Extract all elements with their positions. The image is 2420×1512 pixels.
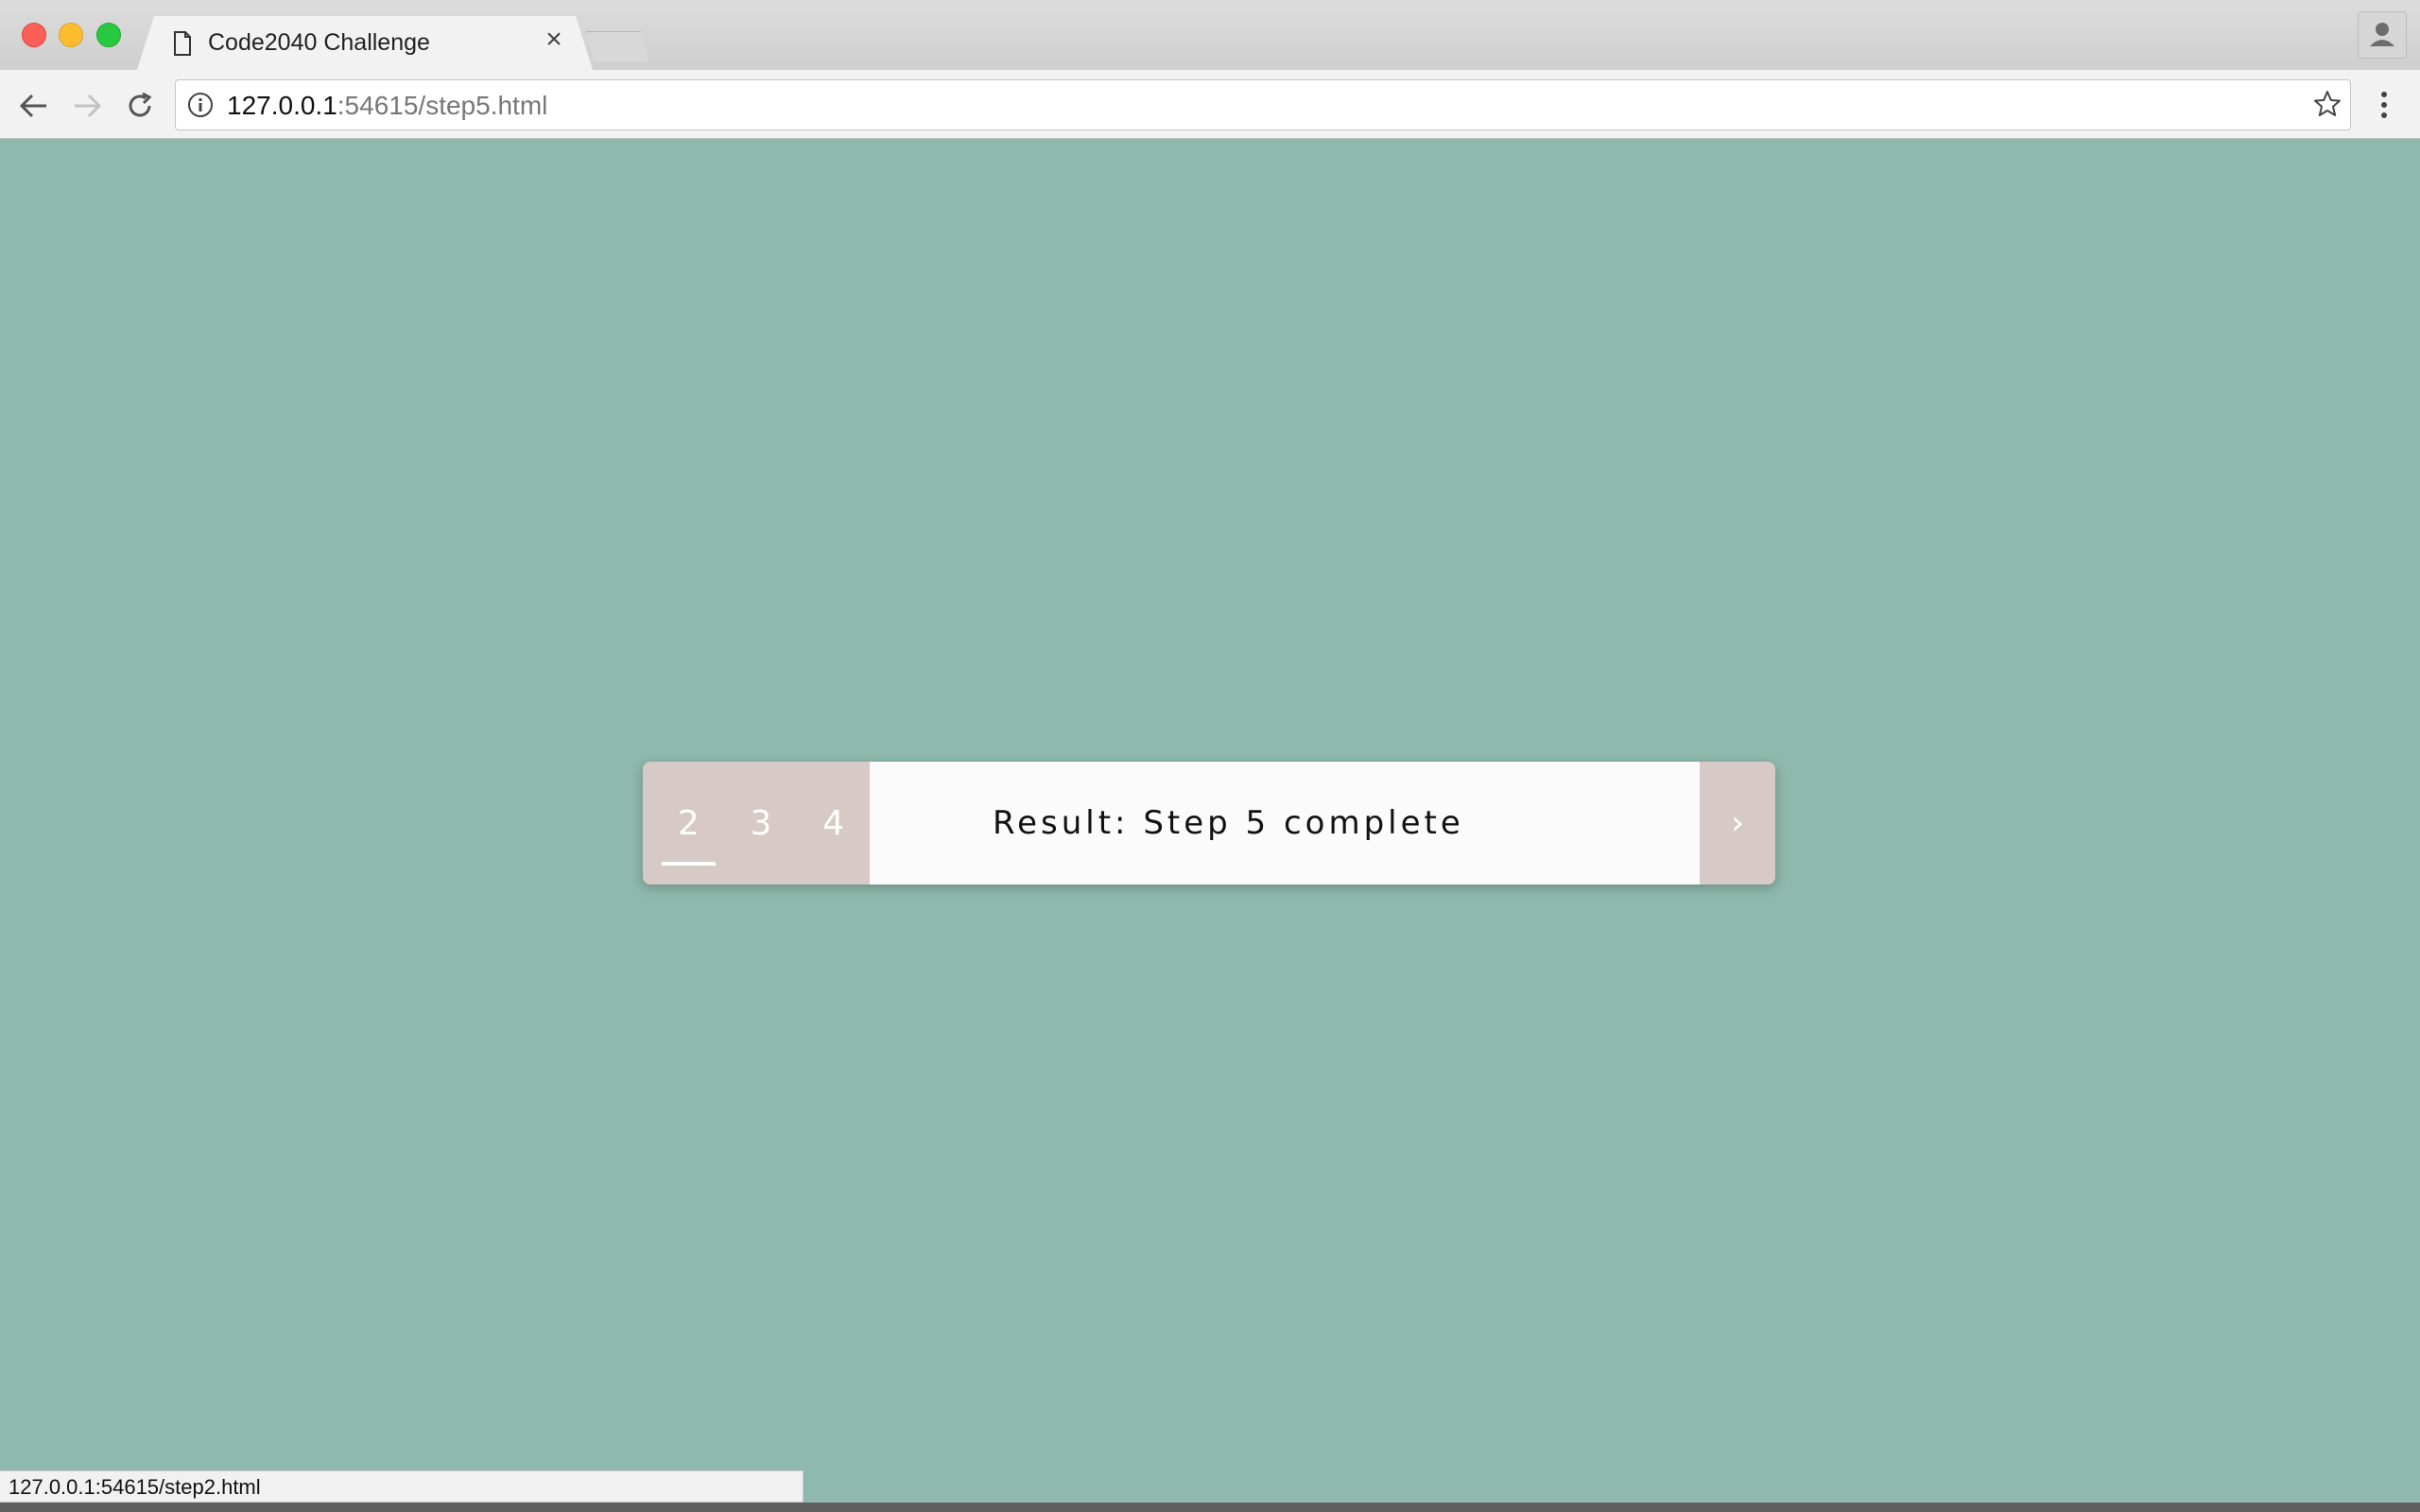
window-close-button[interactable]: [22, 23, 46, 47]
status-bar-url: 127.0.0.1:54615/step2.html: [0, 1470, 804, 1503]
window-zoom-button[interactable]: [96, 23, 121, 47]
close-icon[interactable]: ×: [541, 26, 567, 54]
step-tabs: 2 3 4: [643, 762, 870, 885]
step-tab-4[interactable]: 4: [797, 762, 870, 885]
forward-button[interactable]: [68, 87, 106, 125]
reload-button[interactable]: [121, 87, 159, 125]
chevron-right-icon: ›: [1731, 804, 1744, 842]
info-icon[interactable]: [187, 92, 214, 118]
result-text: Result: Step 5 complete: [870, 762, 1700, 885]
step-tab-3[interactable]: 3: [725, 762, 798, 885]
profile-icon: [2370, 23, 2394, 46]
tab-title: Code2040 Challenge: [208, 29, 430, 56]
window-bottom-edge: [0, 1503, 2420, 1512]
forward-icon: [75, 94, 102, 118]
step-result-widget: 2 3 4 Result: Step 5 complete ›: [643, 762, 1775, 885]
reload-icon: [129, 92, 152, 117]
window-minimize-button[interactable]: [59, 23, 83, 47]
step-tab-2[interactable]: 2: [652, 762, 725, 885]
new-tab-button[interactable]: [586, 31, 648, 61]
url-host: 127.0.0.1: [227, 91, 337, 120]
menu-icon[interactable]: [2373, 89, 2395, 121]
profile-button[interactable]: [2358, 11, 2407, 59]
back-button[interactable]: [15, 87, 53, 125]
address-url[interactable]: 127.0.0.1:54615/step5.html: [227, 91, 547, 121]
next-step-button[interactable]: ›: [1700, 762, 1775, 885]
url-path: :54615/step5.html: [337, 91, 548, 120]
back-icon: [19, 94, 46, 118]
star-icon[interactable]: [2312, 89, 2342, 119]
page-icon: [174, 31, 191, 56]
